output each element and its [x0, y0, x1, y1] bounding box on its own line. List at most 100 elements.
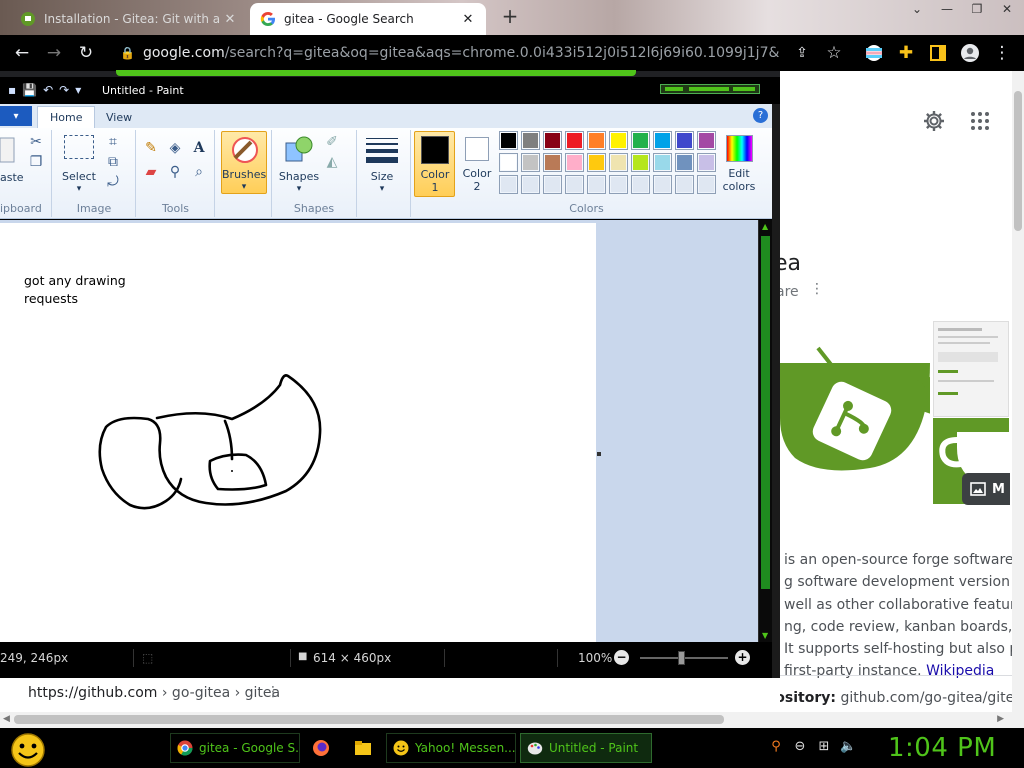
repository-label: Repository: [780, 690, 836, 706]
quick-access-toolbar: ▪ 💾 ↶ ↷ ▾ [8, 83, 81, 97]
save-icon[interactable]: 💾 [22, 83, 37, 97]
side-panel-icon[interactable] [928, 43, 948, 63]
repository-fact: Repository: github.com/go-gitea/gitea [780, 690, 1023, 706]
canvas-resize-handle[interactable] [597, 452, 601, 456]
scrollbar-thumb[interactable] [1014, 91, 1022, 231]
result-more-icon[interactable]: ⋮ [266, 684, 280, 700]
taskbar-item-yahoo-messenger[interactable]: Yahoo! Messen... [386, 733, 516, 763]
select-button[interactable]: Select [57, 170, 101, 183]
fill-icon[interactable]: ◭ [324, 154, 340, 170]
bookmark-star-icon[interactable]: ☆ [824, 43, 844, 63]
repository-value[interactable]: github.com/go-gitea/gitea [836, 690, 1022, 706]
eraser-icon[interactable]: ▰ [143, 164, 159, 180]
restore-icon[interactable]: ❐ [964, 0, 990, 18]
task-label: gitea - Google S... [199, 741, 300, 755]
tray-minus-icon[interactable]: ⊖ [792, 739, 808, 755]
file-explorer-icon[interactable] [354, 739, 372, 757]
scrollbar-thumb[interactable] [14, 715, 724, 724]
settings-gear-icon[interactable] [922, 109, 946, 133]
paint-title-bar[interactable]: ▪ 💾 ↶ ↷ ▾ Untitled - Paint [0, 77, 780, 104]
scroll-right-icon[interactable]: ▶ [997, 714, 1004, 724]
close-tab-icon[interactable]: ✕ [460, 12, 476, 27]
scroll-left-icon[interactable]: ◀ [3, 714, 10, 724]
divider [780, 675, 1024, 676]
result-citation[interactable]: https://github.com › go-gitea › gitea [28, 685, 280, 701]
gitea-screenshot-thumbnail[interactable] [933, 321, 1009, 417]
qat-dropdown-icon[interactable]: ▾ [75, 83, 81, 97]
taskbar-item-chrome[interactable]: gitea - Google S... [170, 733, 300, 763]
zoom-slider-thumb[interactable] [678, 651, 685, 665]
resize-icon[interactable]: ⧉ [105, 154, 121, 170]
reload-icon[interactable]: ↻ [76, 43, 96, 63]
tab-gitea-installation[interactable]: Installation - Gitea: Git with a cu ✕ [10, 3, 248, 35]
scroll-down-icon[interactable]: ▼ [762, 631, 768, 640]
gitea-logo-image[interactable] [780, 318, 937, 506]
text-tool-icon[interactable]: A [191, 140, 207, 156]
browser-menu-icon[interactable]: ⋮ [992, 43, 1012, 63]
brushes-button[interactable]: Brushes ▾ [221, 131, 267, 194]
new-tab-button[interactable]: + [500, 6, 520, 26]
rotate-icon[interactable]: ⤾ [105, 174, 121, 190]
select-rectangle-icon[interactable] [64, 135, 94, 159]
extensions-puzzle-icon[interactable]: ✚ [896, 43, 916, 63]
more-options-icon[interactable]: ⋮ [810, 281, 824, 297]
start-button-smiley-icon[interactable] [8, 731, 48, 767]
page-horizontal-scrollbar[interactable]: ◀ ▶ [0, 712, 1024, 728]
pencil-icon[interactable]: ✎ [143, 140, 159, 156]
window-buttons[interactable] [660, 84, 760, 94]
taskbar-clock[interactable]: 1:04 PM [888, 733, 996, 763]
close-tab-icon[interactable]: ✕ [222, 12, 238, 27]
zoom-in-button[interactable]: + [735, 650, 750, 665]
paste-label[interactable]: aste [0, 171, 24, 184]
view-images-button[interactable]: M [962, 473, 1010, 505]
loading-progress-bar [116, 70, 636, 76]
extension-flag-icon[interactable] [864, 43, 884, 63]
copy-icon[interactable]: ❐ [28, 154, 44, 170]
address-bar[interactable]: 🔒 google.com/search?q=gitea&oq=gitea&aqs… [110, 39, 780, 67]
cut-scissors-icon[interactable]: ✂ [28, 134, 44, 150]
file-menu-button[interactable]: ▾ [0, 106, 32, 126]
forward-arrow-icon[interactable]: → [44, 43, 64, 63]
canvas-vertical-scrollbar[interactable]: ▲ ▼ [758, 220, 772, 642]
canvas-workspace[interactable]: got any drawing requests [0, 220, 758, 642]
help-icon[interactable]: ? [753, 108, 768, 123]
close-window-icon[interactable]: ✕ [994, 0, 1020, 18]
tab-view[interactable]: View [94, 106, 144, 128]
drawing-canvas[interactable]: got any drawing requests [0, 223, 596, 642]
shapes-dropdown-icon[interactable]: ▾ [276, 184, 322, 194]
google-apps-grid-icon[interactable] [970, 111, 990, 131]
profile-avatar-icon[interactable] [960, 43, 980, 63]
color-picker-icon[interactable]: ⚲ [167, 164, 183, 180]
select-dropdown-icon[interactable]: ▾ [57, 184, 101, 194]
volume-speaker-icon[interactable]: 🔈 [840, 739, 856, 755]
crop-icon[interactable]: ⌗ [105, 134, 121, 150]
scrollbar-thumb[interactable] [761, 236, 770, 589]
tab-home[interactable]: Home [37, 106, 96, 128]
size-dropdown-icon[interactable]: ▾ [358, 184, 406, 194]
share-icon[interactable]: ⇪ [792, 43, 812, 63]
firefox-icon[interactable] [312, 739, 330, 757]
shapes-icon[interactable] [284, 135, 314, 165]
chevron-down-icon[interactable]: ⌄ [904, 0, 930, 18]
shapes-button[interactable]: Shapes [276, 170, 322, 183]
tab-google-search[interactable]: gitea - Google Search ✕ [250, 3, 486, 35]
minimize-icon[interactable]: — [934, 0, 960, 18]
zoom-out-button[interactable]: − [614, 650, 629, 665]
search-magnifier-icon[interactable]: ⚲ [768, 739, 784, 755]
back-arrow-icon[interactable]: ← [12, 43, 32, 63]
paint-window-title: Untitled - Paint [102, 84, 184, 97]
taskbar-item-paint[interactable]: Untitled - Paint [520, 733, 652, 763]
magnifier-icon[interactable]: ⌕ [191, 164, 207, 180]
undo-icon[interactable]: ↶ [43, 83, 53, 97]
size-button[interactable]: Size [358, 170, 406, 183]
paste-clipboard-icon[interactable] [0, 136, 16, 164]
ribbon-tab-row: ▾ Home View ? [0, 104, 772, 128]
page-vertical-scrollbar[interactable] [1012, 71, 1024, 728]
redo-icon[interactable]: ↷ [59, 83, 69, 97]
wikipedia-link[interactable]: Wikipedia [926, 663, 994, 679]
size-lines-icon[interactable] [366, 138, 398, 163]
outline-icon[interactable]: ✐ [324, 134, 340, 150]
network-icon[interactable]: ⊞ [816, 739, 832, 755]
fill-bucket-icon[interactable]: ◈ [167, 140, 183, 156]
scroll-up-icon[interactable]: ▲ [762, 222, 768, 231]
